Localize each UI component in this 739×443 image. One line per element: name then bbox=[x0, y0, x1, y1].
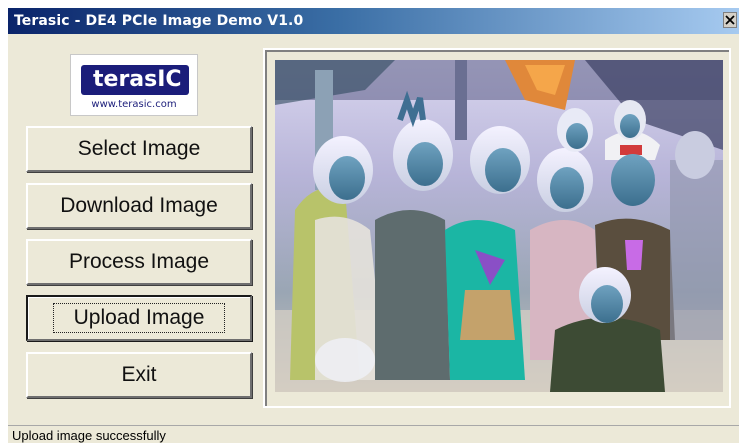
logo-url: www.terasic.com bbox=[91, 99, 177, 110]
inverted-group-photo bbox=[275, 60, 723, 392]
exit-button[interactable]: Exit bbox=[26, 352, 252, 398]
upload-image-button[interactable]: Upload Image bbox=[26, 295, 252, 341]
upload-image-label: Upload Image bbox=[52, 303, 226, 333]
exit-label: Exit bbox=[121, 363, 157, 386]
window-title: Terasic - DE4 PCIe Image Demo V1.0 bbox=[14, 13, 304, 29]
image-display-panel bbox=[263, 48, 731, 408]
status-bar: Upload image successfully bbox=[8, 425, 739, 443]
close-icon bbox=[725, 15, 735, 25]
download-image-button[interactable]: Download Image bbox=[26, 183, 252, 229]
logo-wordmark: terasIC bbox=[93, 67, 182, 92]
process-image-label: Process Image bbox=[68, 250, 210, 273]
processed-photo bbox=[275, 60, 723, 392]
terasic-logo: terasIC www.terasic.com bbox=[70, 54, 198, 116]
select-image-button[interactable]: Select Image bbox=[26, 126, 252, 172]
app-window: Terasic - DE4 PCIe Image Demo V1.0 teras… bbox=[8, 8, 739, 443]
logo-badge: terasIC bbox=[81, 65, 189, 95]
title-bar[interactable]: Terasic - DE4 PCIe Image Demo V1.0 bbox=[8, 8, 739, 34]
close-button[interactable] bbox=[723, 12, 737, 28]
download-image-label: Download Image bbox=[60, 194, 218, 217]
status-message: Upload image successfully bbox=[12, 428, 166, 443]
select-image-label: Select Image bbox=[77, 137, 201, 160]
dialog-client-area: terasIC www.terasic.com Select Image Dow… bbox=[8, 34, 739, 424]
process-image-button[interactable]: Process Image bbox=[26, 239, 252, 285]
